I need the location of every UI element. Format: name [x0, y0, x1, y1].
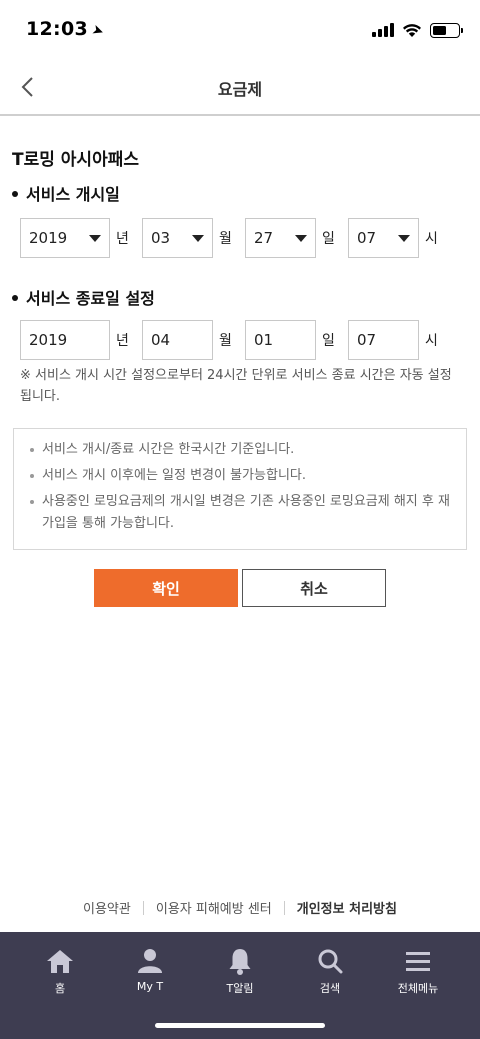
start-day-select[interactable]: 27 [245, 218, 316, 258]
end-hour-unit: 시 [425, 333, 438, 349]
end-hour-field: 07 [348, 320, 419, 360]
wifi-icon [403, 23, 421, 37]
footer-links: 이용약관 이용자 피해예방 센터 개인정보 처리방침 [0, 898, 480, 917]
divider [283, 900, 285, 915]
home-indicator[interactable] [155, 1023, 325, 1028]
tab-myt-label: My T [136, 980, 164, 993]
end-day-unit: 일 [322, 333, 335, 349]
info-box: 서비스 개시/종료 시간은 한국시간 기준입니다. 서비스 개시 이후에는 일정… [13, 428, 467, 550]
end-day-field: 01 [245, 320, 316, 360]
home-icon [47, 950, 73, 973]
page-title: 요금제 [217, 80, 263, 99]
privacy-policy-link[interactable]: 개인정보 처리방침 [297, 898, 397, 917]
tab-home-label: 홈 [54, 982, 66, 995]
tab-home[interactable]: 홈 [15, 944, 105, 996]
start-hour-select[interactable]: 07 [348, 218, 419, 258]
tab-menu[interactable]: 전체메뉴 [373, 944, 463, 996]
divider [142, 900, 144, 915]
caret-down-icon [192, 235, 204, 242]
nav-header: 요금제 [0, 58, 480, 116]
caret-down-icon [89, 235, 101, 242]
end-year-field: 2019 [20, 320, 110, 360]
cellular-signal-icon [372, 23, 394, 37]
end-month-field: 04 [142, 320, 213, 360]
tab-search[interactable]: 검색 [285, 944, 375, 996]
caret-down-icon [295, 235, 307, 242]
end-year-unit: 년 [116, 333, 129, 349]
terms-link[interactable]: 이용약관 [83, 898, 131, 917]
status-icons [372, 21, 463, 39]
bullet [12, 190, 18, 197]
tab-myt[interactable]: My T [105, 944, 195, 993]
info-item: 서비스 개시 이후에는 일정 변경이 불가능합니다. [28, 465, 456, 487]
caret-down-icon [398, 235, 410, 242]
start-year-select[interactable]: 2019 [20, 218, 110, 258]
info-item: 사용중인 로밍요금제의 개시일 변경은 기존 사용중인 로밍요금제 해지 후 재… [28, 491, 456, 535]
start-month-unit: 월 [219, 231, 232, 247]
start-day-unit: 일 [322, 231, 335, 247]
tab-menu-label: 전체메뉴 [397, 982, 439, 995]
info-item: 서비스 개시/종료 시간은 한국시간 기준입니다. [28, 439, 456, 461]
end-month-unit: 월 [219, 333, 232, 349]
location-arrow-icon: ➤ [89, 21, 107, 41]
battery-icon [430, 22, 463, 38]
tab-alarm[interactable]: T알림 [195, 944, 285, 996]
tab-alarm-label: T알림 [226, 982, 254, 995]
status-bar: 12:03 ➤ [0, 0, 480, 58]
user-icon [138, 949, 162, 973]
search-icon [318, 949, 343, 974]
cancel-button[interactable]: 취소 [242, 569, 386, 607]
bell-icon [229, 949, 251, 975]
tab-search-label: 검색 [319, 982, 341, 995]
start-year-unit: 년 [116, 231, 129, 247]
start-month-select[interactable]: 03 [142, 218, 213, 258]
bottom-tab-bar: 홈 My T T알림 검색 전체메뉴 [0, 932, 480, 1039]
end-section-title: 서비스 종료일 설정 [12, 285, 155, 309]
confirm-button[interactable]: 확인 [94, 569, 238, 607]
start-hour-unit: 시 [425, 231, 438, 247]
start-date-row: 2019 년 03 월 27 일 07 시 [20, 218, 451, 258]
bullet [12, 294, 18, 301]
status-time: 12:03 [26, 18, 88, 40]
hamburger-menu-icon [406, 952, 430, 971]
auto-end-note: ※ 서비스 개시 시간 설정으로부터 24시간 단위로 서비스 종료 시간은 자… [20, 368, 452, 404]
plan-name: T로밍 아시아패스 [12, 150, 139, 170]
start-section-title: 서비스 개시일 [12, 181, 120, 205]
end-date-row: 2019 년 04 월 01 일 07 시 [20, 320, 451, 360]
damage-center-link[interactable]: 이용자 피해예방 센터 [156, 898, 272, 917]
